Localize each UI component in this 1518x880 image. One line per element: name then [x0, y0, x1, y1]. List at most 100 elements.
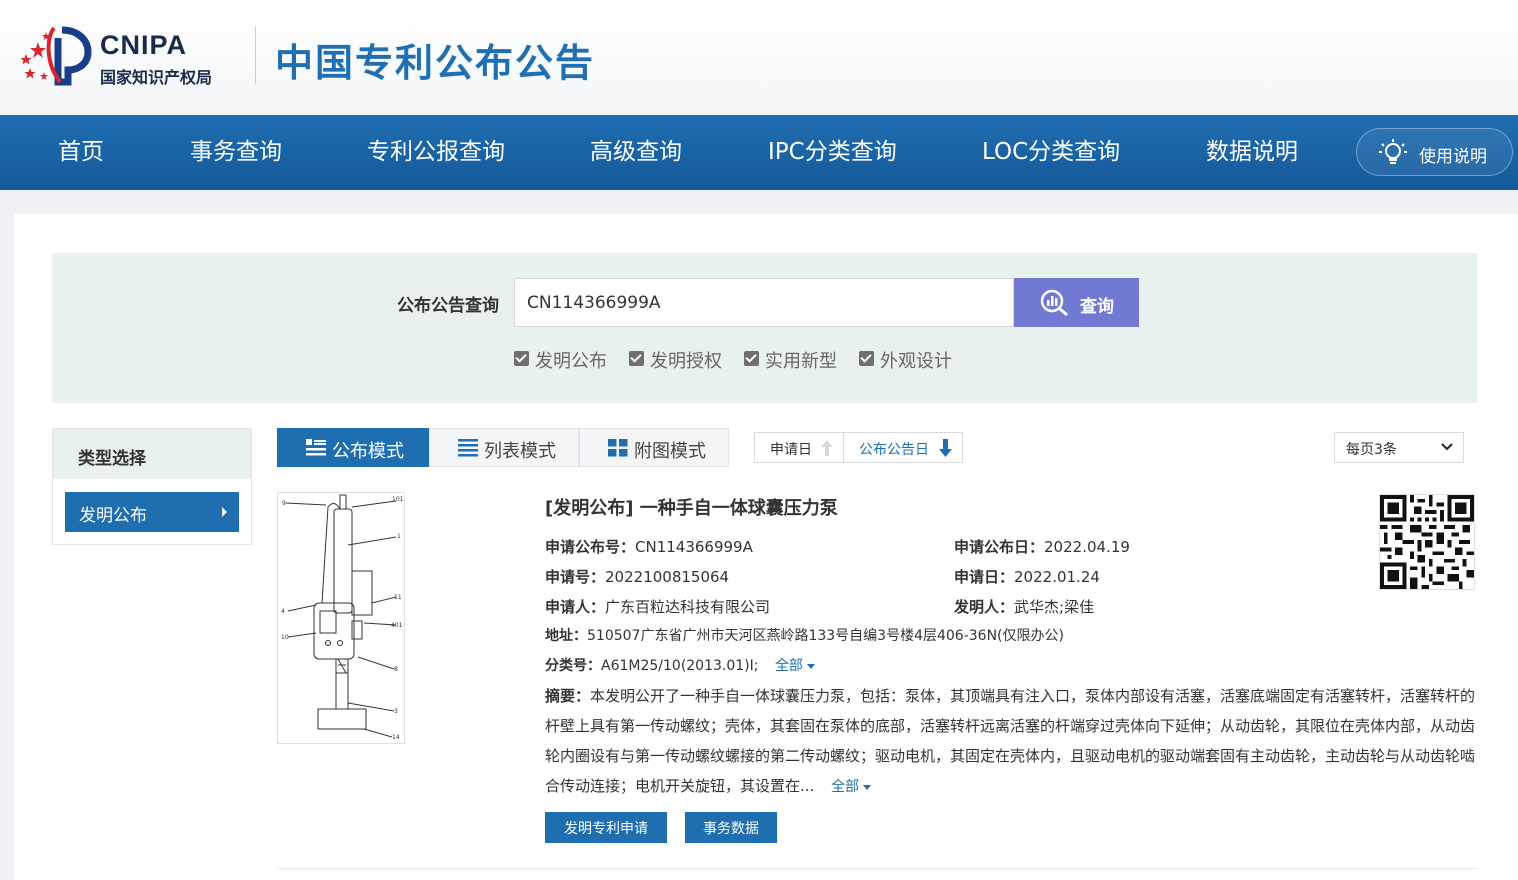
- field-label: 申请人：: [545, 598, 606, 616]
- list-icon: [458, 439, 478, 457]
- logo-abbreviation: CNIPA: [100, 30, 188, 60]
- expand-abstract-link[interactable]: 全部: [831, 779, 871, 795]
- field-value: 510507广东省广州市天河区燕岭路133号自编3号楼4层406-36N(仅限办…: [587, 628, 1064, 644]
- checkbox-checked-icon: [629, 351, 644, 366]
- help-button[interactable]: 使用说明: [1356, 128, 1513, 176]
- cnipa-logo[interactable]: CNIPA 国家知识产权局: [16, 24, 246, 88]
- figure-label: 9: [282, 500, 286, 507]
- invention-application-button[interactable]: 发明专利申请: [545, 812, 667, 843]
- patent-drawing-thumbnail[interactable]: 9 101 1 11 401 4 10 8 3 14: [277, 492, 405, 744]
- field-application-number: 申请号：2022100815064: [545, 566, 729, 587]
- arrow-down-icon: [939, 439, 952, 457]
- nav-item-gazette-query[interactable]: 专利公报查询: [367, 115, 505, 190]
- search-button-label: 查询: [1080, 297, 1114, 316]
- checkbox-label: 发明公布: [535, 351, 607, 372]
- field-value: 2022100815064: [605, 568, 730, 586]
- field-abstract: 摘要：本发明公开了一种手自一体球囊压力泵，包括：泵体，其顶端具有注入口，泵体内部…: [545, 681, 1480, 802]
- filter-title: 类型选择: [78, 449, 146, 469]
- cnipa-emblem-icon: [20, 26, 92, 86]
- transaction-data-button[interactable]: 事务数据: [685, 812, 777, 843]
- checkbox-checked-icon: [859, 351, 874, 366]
- grid-icon: [608, 439, 628, 457]
- field-label: 发明人：: [954, 598, 1015, 616]
- search-input[interactable]: [514, 278, 1014, 327]
- field-label: 申请公布日：: [954, 538, 1045, 556]
- field-label: 申请日：: [954, 568, 1015, 586]
- list-detail-icon: [306, 439, 326, 456]
- nav-item-ipc-query[interactable]: IPC分类查询: [768, 115, 897, 190]
- tab-publication-mode[interactable]: 公布模式: [277, 428, 429, 467]
- header-divider: [255, 26, 256, 84]
- main-content: 公布公告查询 查询 发明公布 发明授权 实用新型: [14, 214, 1518, 880]
- checkbox-checked-icon: [744, 351, 759, 366]
- sort-group: 申请日 公布公告日: [754, 432, 963, 463]
- figure-label: 3: [394, 708, 398, 715]
- sort-label: 公布公告日: [859, 442, 929, 458]
- site-header: CNIPA 国家知识产权局 中国专利公布公告: [0, 0, 1518, 115]
- field-label: 地址：: [545, 628, 587, 644]
- field-value: A61M25/10(2013.01)I;: [601, 658, 759, 674]
- search-button[interactable]: 查询: [1014, 278, 1139, 327]
- field-inventor: 发明人：武华杰;梁佳: [954, 596, 1094, 617]
- field-applicant: 申请人：广东百粒达科技有限公司: [545, 596, 770, 617]
- caret-right-icon: [222, 507, 227, 517]
- checkbox-label: 发明授权: [650, 351, 722, 372]
- sort-application-date[interactable]: 申请日: [755, 433, 843, 462]
- main-nav: 首页 事务查询 专利公报查询 高级查询 IPC分类查询 LOC分类查询 数据说明…: [0, 115, 1518, 190]
- search-label: 公布公告查询: [397, 296, 499, 316]
- tab-label: 公布模式: [332, 441, 404, 462]
- field-value: 广东百粒达科技有限公司: [605, 598, 771, 616]
- per-page-select[interactable]: 每页3条: [1334, 432, 1464, 463]
- nav-item-home[interactable]: 首页: [58, 115, 104, 190]
- nav-item-loc-query[interactable]: LOC分类查询: [982, 115, 1120, 190]
- abstract-text: 本发明公开了一种手自一体球囊压力泵，包括：泵体，其顶端具有注入口，泵体内部设有活…: [545, 687, 1476, 795]
- field-label: 分类号：: [545, 658, 601, 674]
- patent-drawing-image: 9 101 1 11 401 4 10 8 3 14: [281, 494, 404, 741]
- field-application-date: 申请日：2022.01.24: [954, 566, 1100, 587]
- result-title[interactable]: [发明公布] 一种手自一体球囊压力泵: [545, 494, 838, 520]
- filter-header: 类型选择: [53, 429, 251, 479]
- figure-label: 101: [392, 496, 404, 503]
- field-classification: 分类号：A61M25/10(2013.01)I; 全部: [545, 655, 815, 675]
- nav-item-advanced-query[interactable]: 高级查询: [590, 115, 682, 190]
- figure-label: 14: [392, 734, 400, 741]
- type-filter-panel: 类型选择 发明公布: [52, 428, 252, 545]
- button-label: 发明专利申请: [564, 820, 648, 837]
- field-value: 2022.04.19: [1044, 538, 1130, 556]
- field-value: CN114366999A: [635, 538, 753, 556]
- tab-list-mode[interactable]: 列表模式: [429, 428, 579, 467]
- figure-label: 4: [281, 608, 285, 615]
- filter-item-invention-publication[interactable]: 发明公布: [65, 492, 239, 532]
- help-label: 使用说明: [1419, 147, 1487, 167]
- nav-item-transaction-query[interactable]: 事务查询: [190, 115, 282, 190]
- checkbox-label: 实用新型: [765, 351, 837, 372]
- expand-classification-link[interactable]: 全部: [775, 658, 815, 674]
- site-title: 中国专利公布公告: [275, 41, 596, 85]
- chevron-down-icon: [1441, 443, 1453, 451]
- field-publication-date: 申请公布日：2022.04.19: [954, 536, 1130, 557]
- field-label: 申请号：: [545, 568, 606, 586]
- tab-label: 附图模式: [634, 441, 706, 462]
- abstract-label: 摘要：: [545, 687, 591, 705]
- tab-figure-mode[interactable]: 附图模式: [579, 428, 729, 467]
- figure-label: 8: [394, 666, 398, 673]
- sort-publication-date[interactable]: 公布公告日: [844, 433, 962, 462]
- field-value: 2022.01.24: [1014, 568, 1100, 586]
- checkbox-label: 外观设计: [880, 351, 952, 372]
- result-divider: [277, 868, 1477, 869]
- search-panel: 公布公告查询 查询 发明公布 发明授权 实用新型: [52, 253, 1477, 403]
- figure-label: 1: [397, 533, 401, 540]
- arrow-up-icon: [821, 440, 833, 456]
- qr-code: [1379, 494, 1475, 590]
- field-address: 地址：510507广东省广州市天河区燕岭路133号自编3号楼4层406-36N(…: [545, 625, 1064, 645]
- figure-label: 10: [281, 634, 289, 641]
- per-page-value: 每页3条: [1346, 442, 1397, 458]
- figure-label: 11: [394, 594, 402, 601]
- nav-item-data-description[interactable]: 数据说明: [1206, 115, 1298, 190]
- logo-chinese-name: 国家知识产权局: [100, 68, 213, 87]
- figure-label: 401: [391, 622, 403, 629]
- field-value: 武华杰;梁佳: [1014, 598, 1095, 616]
- filter-item-label: 发明公布: [79, 506, 147, 526]
- qr-code-icon: [1380, 495, 1474, 589]
- field-publication-number: 申请公布号：CN114366999A: [545, 536, 753, 557]
